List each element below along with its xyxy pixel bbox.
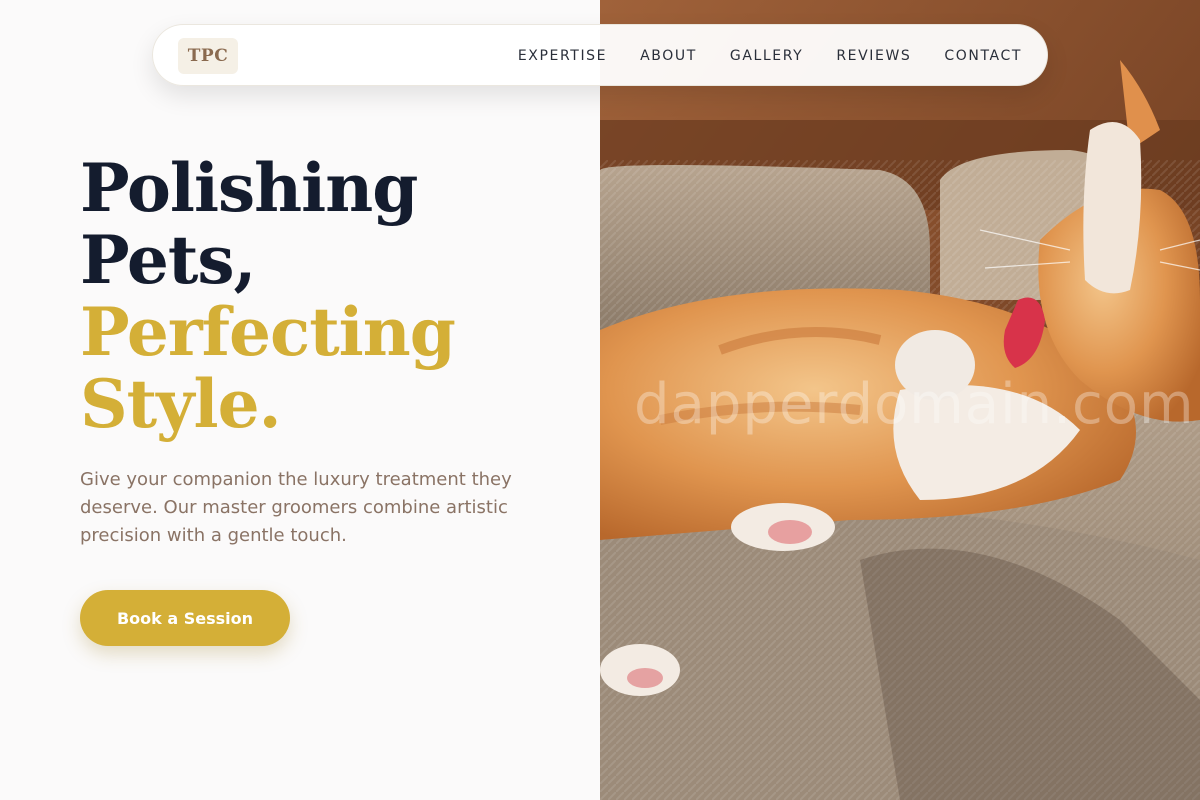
image-watermark: dapperdomain.com <box>634 372 1195 437</box>
nav-link-gallery[interactable]: GALLERY <box>730 48 803 64</box>
headline-line-1: Polishing <box>80 149 418 227</box>
nav-links: EXPERTISE ABOUT GALLERY REVIEWS CONTACT <box>518 25 1022 87</box>
hero-section: Polishing Pets, Perfecting Style. Give y… <box>0 0 600 800</box>
nav-link-about[interactable]: ABOUT <box>640 48 697 64</box>
nav-link-contact[interactable]: CONTACT <box>944 48 1022 64</box>
nav-link-reviews[interactable]: REVIEWS <box>836 48 911 64</box>
headline-line-2: Pets, <box>80 221 256 299</box>
headline-line-4: Style. <box>80 365 282 443</box>
brand-logo[interactable]: TPC <box>178 38 238 74</box>
headline-line-3: Perfecting <box>80 293 456 371</box>
hero-subtext: Give your companion the luxury treatment… <box>80 469 512 546</box>
nav-link-expertise[interactable]: EXPERTISE <box>518 48 607 64</box>
book-session-button[interactable]: Book a Session <box>80 590 290 646</box>
hero-headline: Polishing Pets, Perfecting Style. <box>80 149 456 443</box>
top-navbar: TPC EXPERTISE ABOUT GALLERY REVIEWS CONT… <box>152 24 1048 86</box>
hero-image: dapperdomain.com <box>600 0 1200 800</box>
